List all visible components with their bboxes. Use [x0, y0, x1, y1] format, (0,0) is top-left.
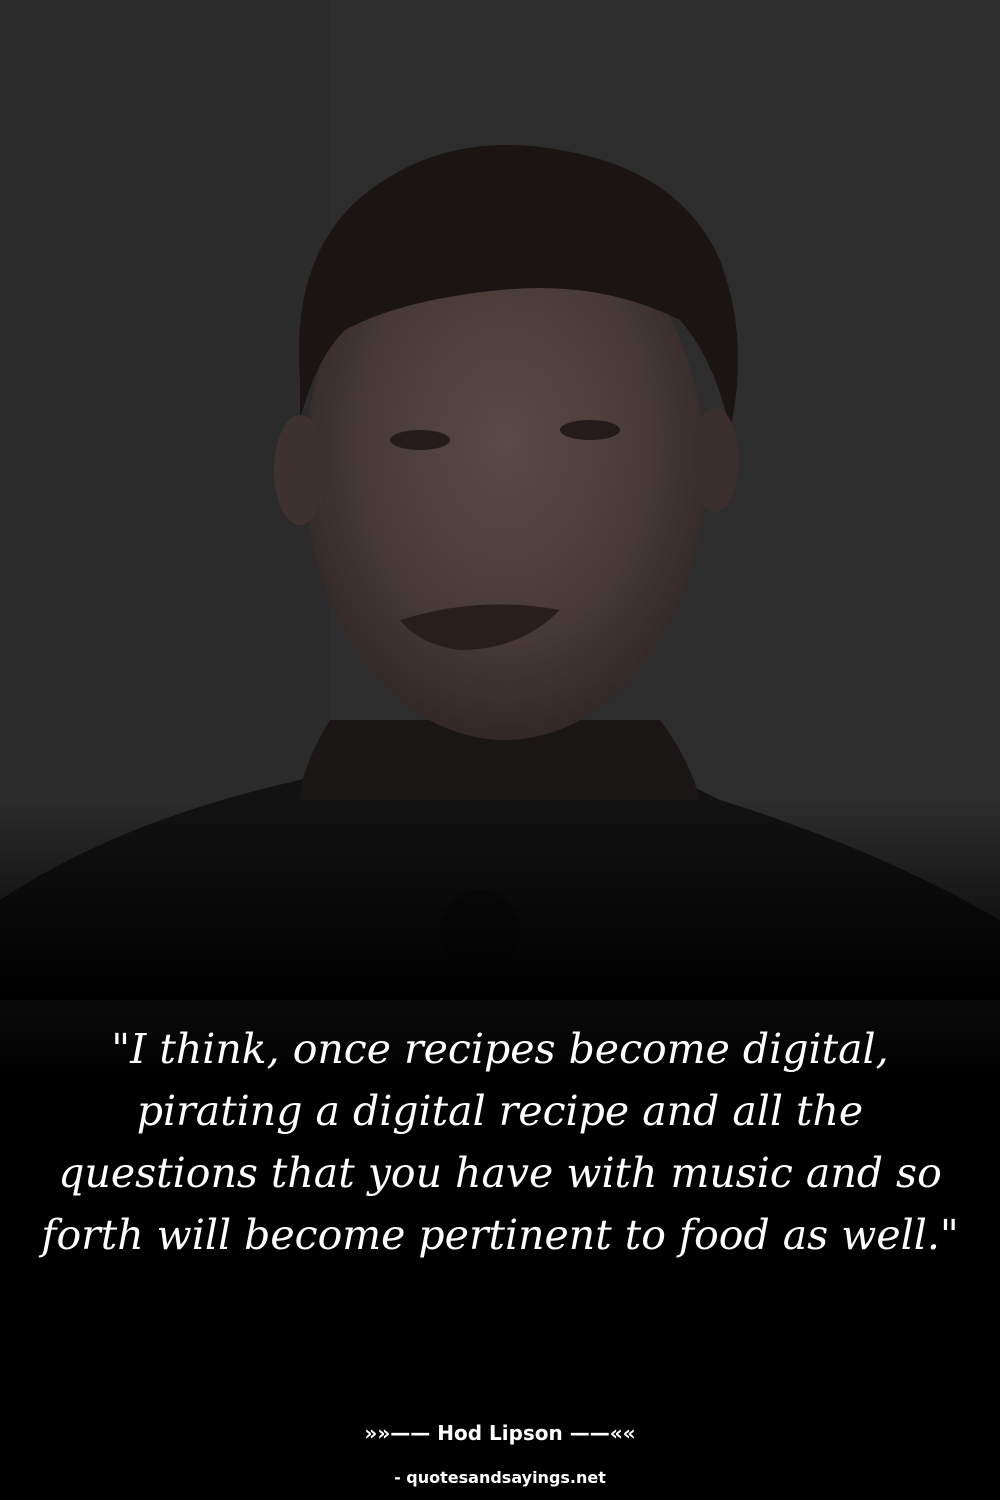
quote-text: "I think, once recipes become digital, p…	[41, 1025, 959, 1259]
portrait-photo	[0, 0, 1000, 1000]
quote-card: "I think, once recipes become digital, p…	[0, 0, 1000, 1500]
author-name: »»—— Hod Lipson ——««	[364, 1421, 636, 1445]
source-credit: - quotesandsayings.net	[394, 1468, 606, 1487]
